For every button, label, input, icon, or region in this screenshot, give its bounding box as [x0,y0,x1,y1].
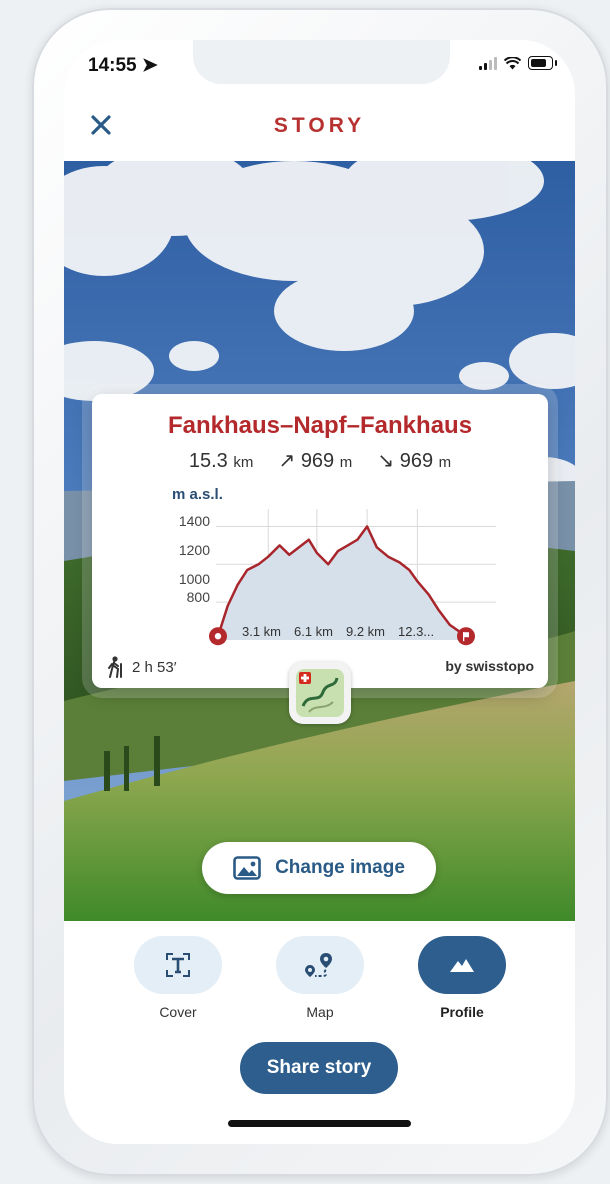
signal-icon [479,56,497,70]
wifi-icon [504,56,521,69]
x-tick-label: 3.1 km [242,624,282,639]
tab-cover[interactable]: Cover [133,936,223,1020]
map-pill [276,936,364,994]
cover-pill [134,936,222,994]
tab-profile[interactable]: Profile [417,936,507,1020]
hike-duration: 2 h 53′ [106,656,177,678]
status-time: 14:55 ➤ [88,54,158,77]
mountain-icon [450,959,474,972]
hiker-icon [108,656,122,678]
device-notch [193,40,450,84]
app-screen: 14:55 ➤ STORY Fankhaus–Napf–Fankhaus 15.… [64,40,575,1144]
image-icon [233,856,261,880]
battery-icon [528,56,557,70]
attribution: by swisstopo [445,658,534,674]
tab-label: Map [306,1004,334,1020]
x-tick-label: 6.1 km [294,624,334,639]
tab-map[interactable]: Map [275,936,365,1020]
change-image-button[interactable]: Change image [202,842,436,894]
page-title: STORY [273,114,366,137]
story-profile-card: Fankhaus–Napf–Fankhaus 15.3 km ↗ 969 m ↘… [92,394,548,724]
swisstopo-app-logo [289,662,351,724]
tab-label: Cover [159,1004,197,1020]
tab-label: Profile [440,1004,484,1020]
finish-flag-icon [457,627,475,646]
route-pin-icon [305,953,332,977]
duration-text: 2 h 53′ [132,658,177,676]
elevation-area [218,526,466,640]
x-tick-label: 9.2 km [346,624,386,639]
x-tick-label: 12.3... [398,624,435,639]
location-arrow-icon: ➤ [141,55,158,76]
profile-pill [418,936,506,994]
change-image-label: Change image [275,857,405,878]
start-marker-icon [209,627,227,646]
elevation-profile-chart [209,509,496,646]
status-icons [479,56,557,70]
home-indicator [228,1120,411,1127]
status-time-text: 14:55 [88,55,137,76]
text-frame-icon [166,953,190,977]
share-story-button[interactable]: Share story [240,1042,398,1094]
